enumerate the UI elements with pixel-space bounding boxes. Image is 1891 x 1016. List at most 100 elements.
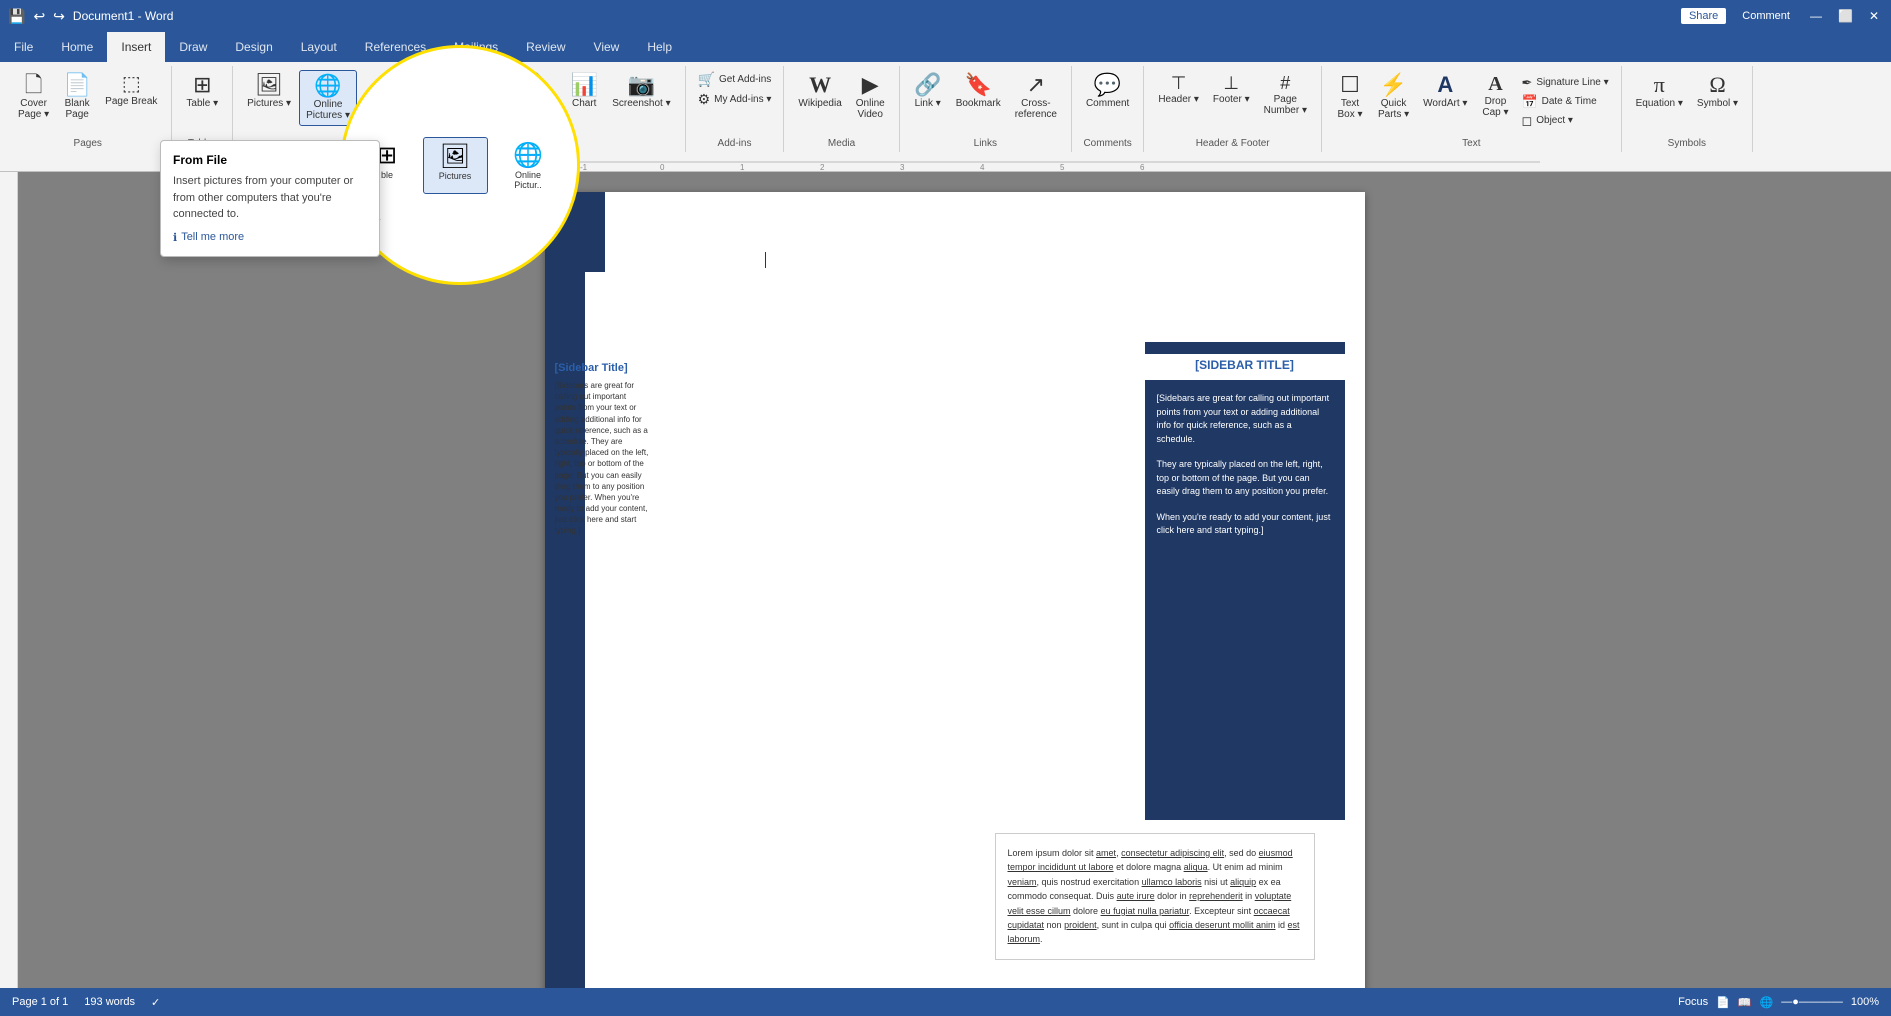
- zoom-pictures-icon[interactable]: 🖼: [440, 142, 470, 171]
- svg-text:0: 0: [660, 163, 665, 172]
- online-pictures-button[interactable]: 🌐 OnlinePictures ▾: [299, 70, 357, 126]
- screenshot-button[interactable]: 📷 Screenshot ▾: [606, 70, 676, 113]
- tab-layout[interactable]: Layout: [287, 32, 351, 62]
- close-icon[interactable]: ✕: [1865, 9, 1883, 23]
- tooltip-text: Insert pictures from your computer or fr…: [173, 173, 367, 223]
- tab-draw[interactable]: Draw: [165, 32, 221, 62]
- online-video-button[interactable]: ▶ OnlineVideo: [850, 70, 891, 124]
- view-read-mode[interactable]: 📖: [1738, 996, 1752, 1009]
- symbol-button[interactable]: Ω Symbol ▾: [1691, 70, 1744, 113]
- share-button[interactable]: Share: [1681, 8, 1726, 24]
- spell-check-icon[interactable]: ✓: [151, 996, 160, 1009]
- comment-ribbon-button[interactable]: 💬 Comment: [1080, 70, 1135, 113]
- header-footer-group-label: Header & Footer: [1152, 136, 1313, 152]
- link-icon: 🔗: [914, 74, 941, 96]
- ribbon-content: 🗋 CoverPage ▾ 📄 BlankPage ⬚ Page Break P…: [0, 62, 1891, 152]
- status-bar: Page 1 of 1 193 words ✓ Focus 📄 📖 🌐 —●——…: [0, 988, 1891, 1016]
- tooltip-link[interactable]: ℹ Tell me more: [173, 231, 367, 244]
- page-break-icon: ⬚: [122, 74, 141, 94]
- zoom-circle-inner: ⊞ ble 🖼 Pictures 🌐 OnlinePictur..: [350, 127, 571, 204]
- my-addins-button[interactable]: ⚙ My Add-ins ▾: [694, 90, 776, 108]
- quick-access-save[interactable]: 💾: [8, 8, 25, 25]
- status-left: Page 1 of 1 193 words ✓: [12, 996, 160, 1009]
- svg-text:5: 5: [1060, 163, 1065, 172]
- drop-cap-button[interactable]: A DropCap ▾: [1475, 70, 1515, 122]
- tab-help[interactable]: Help: [633, 32, 686, 62]
- addins-group-label: Add-ins: [694, 136, 776, 152]
- footer-icon: ⊥: [1223, 74, 1239, 92]
- lorem-box[interactable]: Lorem ipsum dolor sit amet, consectetur …: [995, 833, 1315, 960]
- tab-file[interactable]: File: [0, 32, 47, 62]
- signature-line-icon: ✒: [1521, 76, 1532, 89]
- date-time-label: Date & Time: [1542, 96, 1597, 107]
- screenshot-icon: 📷: [628, 74, 655, 96]
- focus-button[interactable]: Focus: [1678, 996, 1708, 1008]
- maximize-icon[interactable]: ⬜: [1834, 9, 1857, 23]
- tab-home[interactable]: Home: [47, 32, 107, 62]
- object-button[interactable]: ◻ Object ▾: [1517, 112, 1612, 129]
- page-break-button[interactable]: ⬚ Page Break: [99, 70, 163, 111]
- cover-page-button[interactable]: 🗋 CoverPage ▾: [12, 70, 55, 124]
- svg-text:4: 4: [980, 163, 985, 172]
- wordart-icon: A: [1437, 74, 1453, 96]
- tab-design[interactable]: Design: [221, 32, 286, 62]
- equation-icon: π: [1654, 74, 1665, 96]
- wordart-button[interactable]: A WordArt ▾: [1417, 70, 1473, 113]
- sidebar-left-title: [Sidebar Title]: [555, 362, 650, 374]
- tab-view[interactable]: View: [580, 32, 634, 62]
- my-addins-label: My Add-ins ▾: [714, 94, 771, 105]
- wikipedia-button[interactable]: W Wikipedia: [792, 70, 847, 113]
- ribbon-group-header-footer: ⊤ Header ▾ ⊥ Footer ▾ # PageNumber ▾ Hea…: [1144, 66, 1322, 152]
- table-label: Table ▾: [186, 98, 218, 109]
- tab-review[interactable]: Review: [512, 32, 579, 62]
- bookmark-button[interactable]: 🔖 Bookmark: [950, 70, 1007, 113]
- bookmark-icon: 🔖: [964, 74, 991, 96]
- doc-page[interactable]: [Sidebar Title] [Sidebars are great for …: [545, 192, 1365, 988]
- quick-access-undo[interactable]: ↩: [33, 8, 45, 25]
- ribbon-group-comments: 💬 Comment Comments: [1072, 66, 1144, 152]
- quick-access-redo[interactable]: ↪: [53, 8, 65, 25]
- text-box-button[interactable]: ☐ TextBox ▾: [1330, 70, 1370, 124]
- table-button[interactable]: ⊞ Table ▾: [180, 70, 224, 113]
- text-box-label: TextBox ▾: [1337, 98, 1362, 120]
- signature-line-button[interactable]: ✒ Signature Line ▾: [1517, 74, 1612, 91]
- comment-button[interactable]: Comment: [1734, 8, 1798, 24]
- zoom-online-pictures-icon[interactable]: 🌐: [513, 141, 543, 170]
- view-web[interactable]: 🌐: [1760, 996, 1774, 1009]
- header-button[interactable]: ⊤ Header ▾: [1152, 70, 1205, 109]
- title-bar-left: 💾 ↩ ↪ Document1 - Word: [8, 8, 173, 25]
- quick-parts-button[interactable]: ⚡ QuickParts ▾: [1372, 70, 1415, 124]
- pictures-button[interactable]: 🖼 Pictures ▾: [241, 70, 297, 113]
- drop-cap-icon: A: [1488, 74, 1502, 94]
- get-addins-button[interactable]: 🛒 Get Add-ins: [694, 70, 776, 88]
- ribbon-group-media: W Wikipedia ▶ OnlineVideo Media: [784, 66, 899, 152]
- info-icon: ℹ: [173, 231, 177, 244]
- doc-scroll[interactable]: [Sidebar Title] [Sidebars are great for …: [18, 172, 1891, 988]
- equation-label: Equation ▾: [1636, 98, 1683, 109]
- sidebar-right-text-3: When you're ready to add your content, j…: [1157, 511, 1333, 538]
- cross-reference-label: Cross-reference: [1015, 98, 1057, 120]
- tab-insert[interactable]: Insert: [107, 32, 165, 62]
- sidebar-right[interactable]: [SIDEBAR TITLE] [Sidebars are great for …: [1145, 342, 1345, 820]
- footer-button[interactable]: ⊥ Footer ▾: [1207, 70, 1256, 109]
- equation-button[interactable]: π Equation ▾: [1630, 70, 1689, 113]
- cross-reference-button[interactable]: ↗ Cross-reference: [1009, 70, 1063, 124]
- tooltip-popup: From File Insert pictures from your comp…: [160, 140, 380, 257]
- chart-icon: 📊: [571, 74, 598, 96]
- online-video-icon: ▶: [862, 74, 879, 96]
- sidebar-box-left[interactable]: [Sidebar Title] [Sidebars are great for …: [545, 352, 660, 547]
- page-number-button[interactable]: # PageNumber ▾: [1258, 70, 1313, 120]
- minimize-icon[interactable]: —: [1806, 9, 1826, 23]
- pictures-icon: 🖼: [255, 74, 283, 96]
- link-button[interactable]: 🔗 Link ▾: [908, 70, 948, 113]
- blank-page-button[interactable]: 📄 BlankPage: [57, 70, 97, 124]
- get-addins-label: Get Add-ins: [719, 74, 771, 85]
- zoom-slider[interactable]: —●————: [1781, 996, 1843, 1008]
- chart-button[interactable]: 📊 Chart: [564, 70, 604, 113]
- zoom-online-pictures-label: OnlinePictur..: [514, 170, 542, 190]
- zoom-level[interactable]: 100%: [1851, 996, 1879, 1008]
- view-print-layout[interactable]: 📄: [1716, 996, 1730, 1009]
- date-time-button[interactable]: 📅 Date & Time: [1517, 93, 1612, 110]
- screenshot-label: Screenshot ▾: [612, 98, 670, 109]
- sidebar-right-body[interactable]: [Sidebars are great for calling out impo…: [1145, 380, 1345, 820]
